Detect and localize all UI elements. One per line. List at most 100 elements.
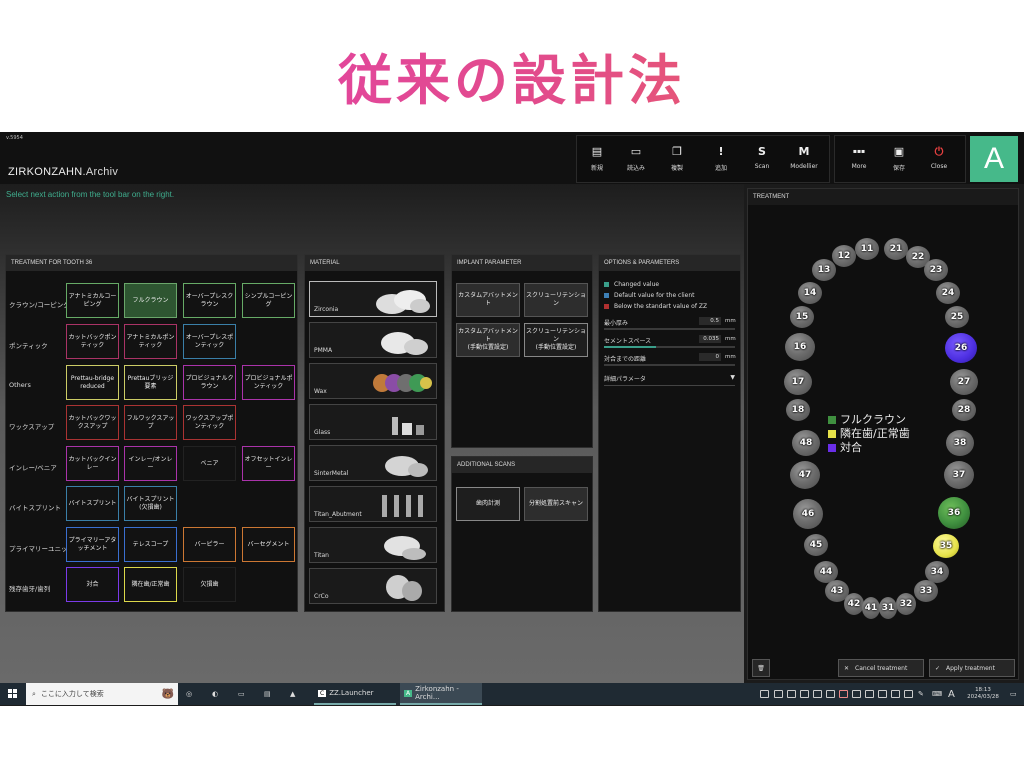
tooth-35-neighbor[interactable]: 35 [933, 534, 959, 558]
screw-retention-manual-button[interactable]: スクリューリテンション (手動位置設定) [524, 323, 588, 357]
tooth-18[interactable]: 18 [786, 399, 810, 421]
material-item-wax[interactable]: Wax [309, 363, 437, 399]
param-value-input[interactable]: 0.5 [699, 317, 721, 325]
screw-retention-button[interactable]: スクリューリテンション [524, 283, 588, 317]
treatment-button[interactable]: カットバックインレー [66, 446, 119, 481]
app-logo-a[interactable]: A [970, 136, 1018, 182]
param-slider[interactable] [604, 364, 735, 366]
apply-treatment-button[interactable]: ✓ Apply treatment [929, 659, 1015, 677]
tooth-42[interactable]: 42 [844, 593, 864, 615]
treatment-button[interactable]: カットバックワックスアップ [66, 405, 119, 440]
treatment-button[interactable]: インレー/オンレー [124, 446, 177, 481]
pre-treatment-scan-button[interactable]: 分割処置前スキャン [524, 487, 588, 521]
save-button[interactable]: ▣ 保存 [879, 144, 919, 172]
treatment-button[interactable]: 対合 [66, 567, 119, 602]
material-item-titan[interactable]: Titan [309, 527, 437, 563]
material-item-crco[interactable]: CrCo [309, 568, 437, 604]
treatment-button[interactable]: プライマリーアタッチメント [66, 527, 119, 562]
treatment-button[interactable]: オーバープレスポンティック [183, 324, 236, 359]
treatment-button[interactable]: プロビジョナルポンティック [242, 365, 295, 400]
treatment-button[interactable]: バーピラー [183, 527, 236, 562]
tooth-47[interactable]: 47 [790, 461, 820, 489]
treatment-button[interactable]: アナトミカルポンティック [124, 324, 177, 359]
tray-icon[interactable] [813, 690, 822, 698]
tray-icon[interactable] [774, 690, 783, 698]
tooth-14[interactable]: 14 [798, 282, 822, 304]
keyboard-icon[interactable]: ⌨ [932, 683, 942, 705]
tooth-21[interactable]: 21 [884, 238, 908, 260]
param-slider[interactable] [604, 328, 735, 330]
tray-icon[interactable] [891, 690, 900, 698]
archiv-a-icon[interactable]: ▲ [290, 683, 295, 705]
tray-icon[interactable] [800, 690, 809, 698]
close-button[interactable]: ⏻ Close [919, 144, 959, 170]
new-button[interactable]: ▤ 新規 [577, 144, 617, 172]
treatment-button[interactable]: 隣在歯/正常歯 [124, 567, 177, 602]
tray-icon[interactable] [904, 690, 913, 698]
material-item-glass[interactable]: Glass [309, 404, 437, 440]
tooth-38[interactable]: 38 [946, 430, 974, 456]
more-button[interactable]: ▪▪▪ More [839, 144, 879, 170]
tooth-48[interactable]: 48 [792, 430, 820, 456]
material-item-titan-abutment[interactable]: Titan_Abutment [309, 486, 437, 522]
tray-icon[interactable] [852, 690, 861, 698]
tray-icon[interactable] [839, 690, 848, 698]
tooth-27[interactable]: 27 [950, 369, 978, 395]
custom-abutment-manual-button[interactable]: カスタムアバットメント (手動位置設定) [456, 323, 520, 357]
modellier-button[interactable]: M Modellier [784, 144, 824, 170]
taskbar-app-launcher[interactable]: C ZZ.Launcher [314, 683, 396, 705]
treatment-button[interactable]: オーバープレスクラウン [183, 283, 236, 318]
treatment-button[interactable]: シンプルコーピング [242, 283, 295, 318]
treatment-button[interactable]: 欠損歯 [183, 567, 236, 602]
tooth-32[interactable]: 32 [896, 593, 916, 615]
treatment-button[interactable]: バーセグメント [242, 527, 295, 562]
tray-icon[interactable] [787, 690, 796, 698]
tooth-45[interactable]: 45 [804, 534, 828, 556]
tooth-25[interactable]: 25 [945, 306, 969, 328]
load-button[interactable]: ▭ 読込み [616, 144, 656, 172]
tray-icon[interactable] [878, 690, 887, 698]
notification-icon[interactable]: ▭ [1010, 683, 1017, 705]
tooth-15[interactable]: 15 [790, 306, 814, 328]
param-value-input[interactable]: 0 [699, 353, 721, 361]
tray-icon[interactable] [760, 690, 769, 698]
treatment-button[interactable]: Prettauブリッジ要素 [124, 365, 177, 400]
treatment-button[interactable]: フルワックスアップ [124, 405, 177, 440]
tooth-13[interactable]: 13 [812, 259, 836, 281]
tray-icon[interactable] [826, 690, 835, 698]
taskbar-app-archiv[interactable]: A Zirkonzahn - Archi... [400, 683, 482, 705]
tooth-31[interactable]: 31 [879, 597, 897, 619]
pen-icon[interactable]: ✎ [918, 683, 924, 705]
edge-icon[interactable]: ◐ [212, 683, 218, 705]
ime-indicator[interactable]: A [948, 683, 955, 705]
tooth-17[interactable]: 17 [784, 369, 812, 395]
gingiva-scan-button[interactable]: 歯肉計測 [456, 487, 520, 521]
tooth-28[interactable]: 28 [952, 399, 976, 421]
tray-icon[interactable] [865, 690, 874, 698]
tooth-12[interactable]: 12 [832, 245, 856, 267]
material-item-zirconia[interactable]: Zirconia [309, 281, 437, 317]
tooth-16[interactable]: 16 [785, 333, 815, 361]
tooth-24[interactable]: 24 [936, 282, 960, 304]
tooth-11[interactable]: 11 [855, 238, 879, 260]
treatment-button[interactable]: ベニア [183, 446, 236, 481]
tooth-23[interactable]: 23 [924, 259, 948, 281]
treatment-button[interactable]: カットバックポンティック [66, 324, 119, 359]
tooth-37[interactable]: 37 [944, 461, 974, 489]
trash-button[interactable]: 🗑 [752, 659, 770, 677]
treatment-button[interactable]: アナトミカルコーピング [66, 283, 119, 318]
tooth-36-fullcrown[interactable]: 36 [938, 497, 970, 529]
tooth-26-antagonist[interactable]: 26 [945, 333, 977, 363]
add-button[interactable]: ! 追加 [701, 144, 741, 172]
explorer-icon[interactable]: ▭ [238, 683, 245, 705]
material-item-sintermetal[interactable]: SinterMetal [309, 445, 437, 481]
treatment-button[interactable]: バイトスプリント(欠損歯) [124, 486, 177, 521]
tooth-46[interactable]: 46 [793, 499, 823, 529]
treatment-button[interactable]: プロビジョナルクラウン [183, 365, 236, 400]
taskbar-search-box[interactable]: ⌕ ここに入力して検索 🐻 [26, 683, 178, 705]
material-item-pmma[interactable]: PMMA [309, 322, 437, 358]
store-icon[interactable]: ▤ [264, 683, 271, 705]
custom-abutment-button[interactable]: カスタムアバットメント [456, 283, 520, 317]
tooth-41[interactable]: 41 [862, 597, 880, 619]
chrome-icon[interactable]: ◎ [186, 683, 192, 705]
